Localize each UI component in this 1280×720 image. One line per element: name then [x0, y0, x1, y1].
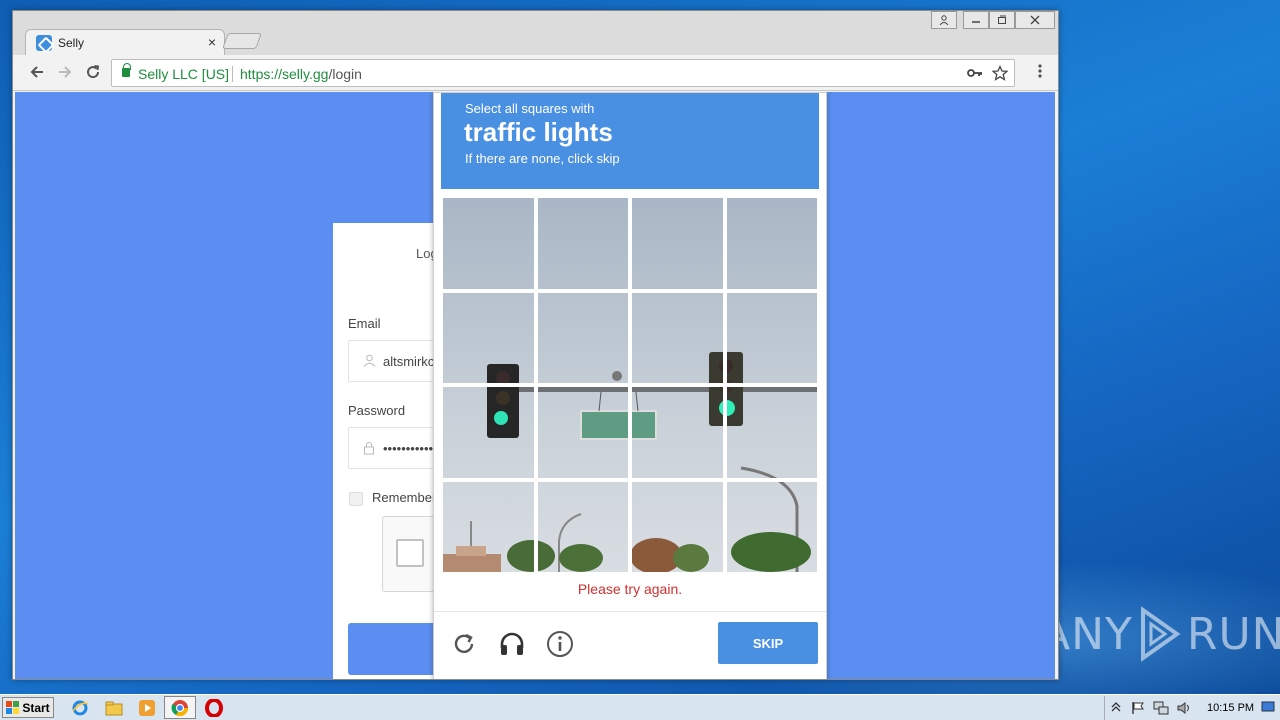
captcha-tile[interactable] — [441, 385, 536, 480]
remember-checkbox[interactable] — [349, 492, 363, 506]
captcha-header: Select all squares with traffic lights I… — [441, 93, 819, 189]
captcha-challenge: Select all squares with traffic lights I… — [433, 92, 827, 679]
captcha-hint: If there are none, click skip — [465, 151, 620, 166]
captcha-tile[interactable] — [441, 479, 536, 574]
page-content: Log Email altsmirkc Password •••••••••••… — [15, 92, 1055, 679]
profile-button[interactable] — [931, 11, 957, 29]
omnibox-separator — [232, 66, 233, 82]
skip-button[interactable]: SKIP — [718, 622, 818, 664]
reload-challenge-icon[interactable] — [450, 630, 478, 658]
address-bar[interactable]: Selly LLC [US] https://selly.gg/login — [111, 59, 1015, 87]
captcha-error: Please try again. — [577, 581, 683, 597]
tab-strip: Selly × — [13, 11, 1058, 55]
network-icon[interactable] — [1153, 701, 1169, 718]
back-arrow-icon[interactable] — [27, 63, 47, 84]
site-identity[interactable]: Selly LLC [US] — [138, 66, 229, 82]
password-value: ••••••••••• — [383, 441, 434, 456]
browser-toolbar: Selly LLC [US] https://selly.gg/login — [13, 55, 1058, 91]
url-host: https://selly.gg — [240, 66, 329, 82]
captcha-tile[interactable] — [724, 479, 819, 574]
bookmark-star-icon[interactable] — [991, 64, 1009, 84]
reload-icon[interactable] — [83, 63, 103, 84]
remember-label: Remember — [372, 490, 437, 505]
url-text[interactable]: https://selly.gg/login — [240, 66, 362, 82]
browser-window: Selly × Selly LLC [US] https://selly.gg/… — [12, 10, 1059, 680]
windows-logo-icon — [6, 700, 20, 714]
captcha-tile[interactable] — [724, 290, 819, 385]
file-explorer-icon[interactable] — [104, 698, 124, 718]
email-label: Email — [348, 316, 381, 331]
tray-expand-icon[interactable] — [1111, 701, 1121, 716]
new-tab-button[interactable] — [222, 33, 262, 49]
captcha-grid — [441, 196, 819, 574]
selly-favicon-icon — [36, 35, 52, 51]
captcha-tile[interactable] — [724, 385, 819, 480]
captcha-tile[interactable] — [535, 290, 630, 385]
start-button[interactable]: Start — [2, 697, 54, 718]
captcha-tile[interactable] — [535, 385, 630, 480]
captcha-tile[interactable] — [441, 290, 536, 385]
taskbar: Start 10:15 PM — [0, 694, 1280, 720]
start-label: Start — [22, 700, 50, 715]
minimize-button[interactable] — [963, 11, 989, 29]
play-logo-icon — [1140, 606, 1181, 662]
audio-challenge-icon[interactable] — [498, 630, 526, 658]
recaptcha-checkbox[interactable] — [396, 539, 424, 567]
lock-icon — [363, 441, 375, 458]
captcha-tile[interactable] — [630, 196, 725, 291]
captcha-tile[interactable] — [630, 290, 725, 385]
captcha-instruction: Select all squares with — [465, 101, 595, 116]
key-icon[interactable] — [967, 65, 983, 84]
media-player-icon[interactable] — [137, 698, 157, 718]
system-tray: 10:15 PM — [1104, 696, 1280, 720]
close-window-button[interactable] — [1015, 11, 1055, 29]
clock[interactable]: 10:15 PM — [1207, 702, 1254, 714]
show-desktop-icon[interactable] — [1261, 701, 1275, 716]
volume-icon[interactable] — [1177, 701, 1193, 718]
opera-icon[interactable] — [204, 698, 224, 718]
secure-lock-icon — [122, 63, 131, 77]
window-controls — [963, 11, 1055, 29]
forward-arrow-icon[interactable] — [55, 63, 75, 84]
watermark-right: RUN — [1186, 608, 1280, 660]
tab-close-icon[interactable]: × — [208, 34, 216, 50]
captcha-tile[interactable] — [535, 479, 630, 574]
captcha-tile[interactable] — [630, 479, 725, 574]
profile-icon[interactable] — [931, 11, 957, 29]
user-icon — [363, 354, 376, 370]
tab-selly[interactable]: Selly × — [25, 29, 225, 55]
chrome-menu-icon[interactable] — [1038, 63, 1042, 84]
captcha-footer: SKIP — [434, 611, 826, 679]
chrome-icon[interactable] — [170, 698, 190, 718]
anyrun-watermark: ANY RUN — [1040, 606, 1280, 662]
tab-title: Selly — [58, 36, 85, 50]
info-icon[interactable] — [546, 630, 574, 658]
email-value: altsmirkc — [383, 354, 435, 369]
internet-explorer-icon[interactable] — [70, 698, 90, 718]
captcha-tile[interactable] — [441, 196, 536, 291]
url-path: /login — [328, 66, 362, 82]
captcha-tile[interactable] — [630, 385, 725, 480]
restore-button[interactable] — [989, 11, 1015, 29]
captcha-tile[interactable] — [724, 196, 819, 291]
captcha-tile[interactable] — [535, 196, 630, 291]
action-center-flag-icon[interactable] — [1131, 701, 1145, 718]
password-label: Password — [348, 403, 406, 418]
captcha-object: traffic lights — [464, 117, 613, 147]
